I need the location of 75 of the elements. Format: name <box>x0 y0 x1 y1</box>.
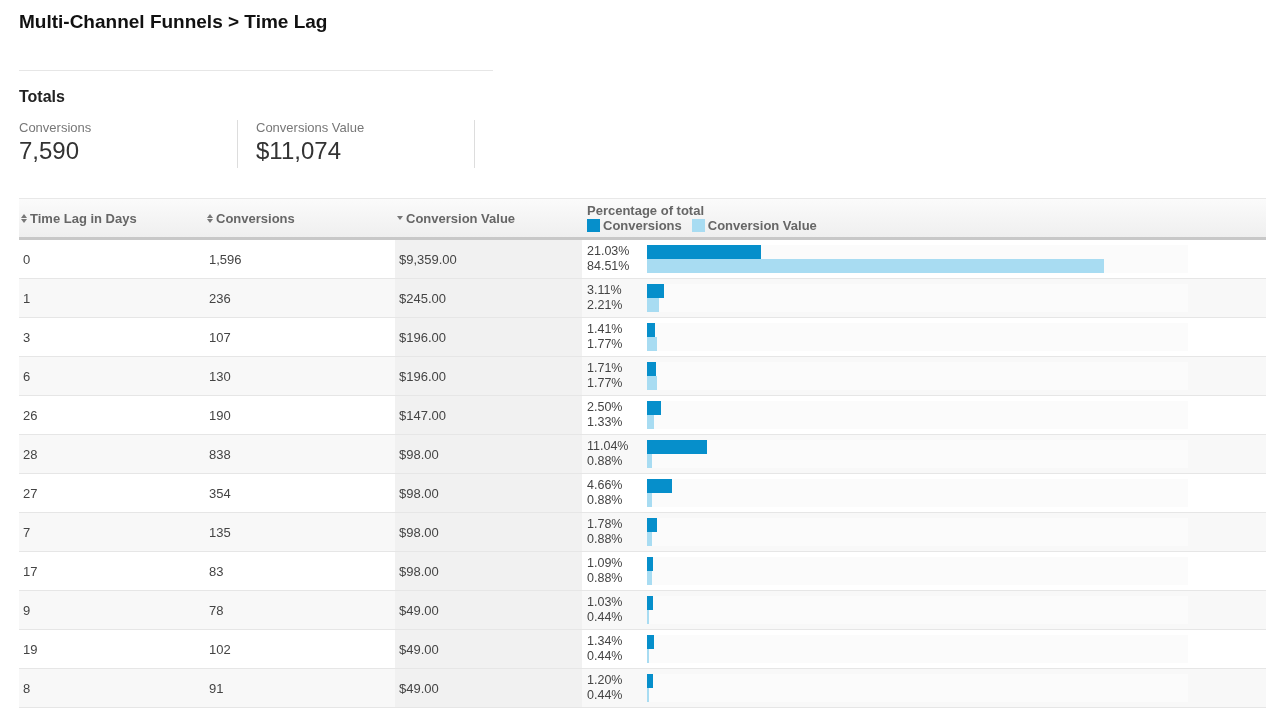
metric-value: $11,074 <box>256 136 342 166</box>
percentage-reading: 1.77% <box>587 376 624 391</box>
percentage-reading: 1.71% <box>587 361 624 376</box>
percentage-reading: 1.41% <box>587 322 624 337</box>
table-cell: $245.00 <box>395 279 582 317</box>
percentage-reading: 1.20% <box>587 673 624 688</box>
percentage-reading: 0.44% <box>587 649 624 664</box>
percentage-reading: 84.51% <box>587 259 631 274</box>
sort-descending-icon <box>397 216 403 220</box>
table-cell-text: 19 <box>22 640 39 659</box>
table-cell-text: 0 <box>22 250 32 269</box>
table-cell: $49.00 <box>395 630 582 668</box>
table-cell: $9,359.00 <box>395 240 582 278</box>
table-cell-text: 3 <box>22 328 32 347</box>
percentage-reading: 0.88% <box>587 493 624 508</box>
table-cell-text: 130 <box>208 367 232 386</box>
percentage-reading: 0.44% <box>587 610 624 625</box>
percentage-reading: 0.88% <box>587 571 624 586</box>
table-cell-text: 1,596 <box>208 250 243 269</box>
table-cell-text: 27 <box>22 484 39 503</box>
table-cell-text: 78 <box>208 601 225 620</box>
table-cell-text: 6 <box>22 367 32 386</box>
table-cell: $147.00 <box>395 396 582 434</box>
sort-icon <box>207 213 213 223</box>
legend-label: Conversions <box>603 218 682 233</box>
table-cell-text: 91 <box>208 679 225 698</box>
percentage-reading: 3.11% <box>587 283 623 298</box>
percentage-reading: 2.50% <box>587 400 624 415</box>
table-cell-text: 102 <box>208 640 232 659</box>
metric-label: Conversions Value <box>256 120 366 136</box>
percentage-reading: 11.04% <box>587 439 630 454</box>
table-cell: $98.00 <box>395 435 582 473</box>
table-cell-text: 1 <box>22 289 32 308</box>
chart-title: Percentage of total <box>587 203 706 218</box>
table-cell-text: 17 <box>22 562 39 581</box>
table-cell-text: 28 <box>22 445 39 464</box>
table-cell-text: 236 <box>208 289 232 308</box>
percentage-reading: 0.88% <box>587 532 624 547</box>
table-cell-text: 354 <box>208 484 232 503</box>
table-cell: $98.00 <box>395 513 582 551</box>
table-cell: $49.00 <box>395 669 582 707</box>
table-cell-text: 83 <box>208 562 225 581</box>
totals-heading: Totals <box>19 88 66 106</box>
table-cell-text: 190 <box>208 406 232 425</box>
percentage-reading: 1.09% <box>587 556 624 571</box>
table-cell: $98.00 <box>395 552 582 590</box>
percentage-reading: 1.03% <box>587 595 624 610</box>
page-title: Multi-Channel Funnels > Time Lag <box>19 10 329 34</box>
table-cell-text: 107 <box>208 328 232 347</box>
table-cell-text: 8 <box>22 679 32 698</box>
percentage-reading: 4.66% <box>587 478 624 493</box>
sort-icon <box>21 213 27 223</box>
metric-label: Conversions <box>19 120 93 136</box>
percentage-reading: 21.03% <box>587 244 631 259</box>
table-cell-text: 838 <box>208 445 232 464</box>
percentage-reading: 2.21% <box>587 298 624 313</box>
column-header[interactable]: Time Lag in Days <box>19 199 205 237</box>
percentage-reading: 0.44% <box>587 688 624 703</box>
table-cell: $98.00 <box>395 474 582 512</box>
percentage-reading: 1.33% <box>587 415 624 430</box>
table-cell-text: 26 <box>22 406 39 425</box>
column-header[interactable]: Conversion Value <box>395 199 582 237</box>
table-cell-text: 7 <box>22 523 32 542</box>
percentage-reading: 1.78% <box>587 517 624 532</box>
table-cell: $196.00 <box>395 357 582 395</box>
legend-label: Conversion Value <box>707 218 817 233</box>
percentage-reading: 1.77% <box>587 337 624 352</box>
table-cell-text: 135 <box>208 523 232 542</box>
table-cell-text: 9 <box>22 601 32 620</box>
percentage-reading: 1.34% <box>587 634 624 649</box>
table-cell: $49.00 <box>395 591 582 629</box>
percentage-reading: 0.88% <box>587 454 624 469</box>
column-header[interactable]: Conversions <box>205 199 395 237</box>
table-cell: $196.00 <box>395 318 582 356</box>
metric-value: 7,590 <box>19 136 81 166</box>
